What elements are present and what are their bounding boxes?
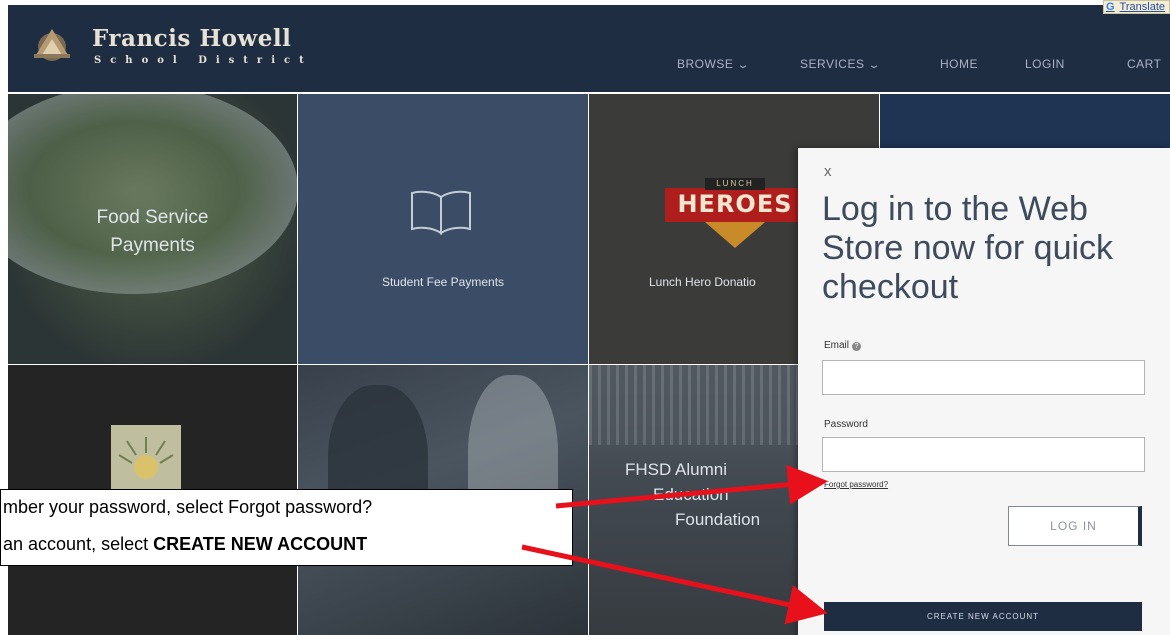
partner-logo-image — [111, 425, 181, 495]
site-header: Francis Howell School District BROWSE ⌄ S… — [8, 0, 1170, 92]
nav-cart[interactable]: CART — [1127, 57, 1161, 71]
nav-login[interactable]: LOGIN — [1025, 57, 1065, 71]
close-icon[interactable]: x — [824, 163, 832, 180]
book-icon — [411, 190, 471, 235]
help-icon[interactable]: ? — [852, 342, 862, 351]
brand-name[interactable]: Francis Howell — [92, 25, 291, 52]
forgot-password-link[interactable]: Forgot password? — [824, 480, 888, 489]
translate-button[interactable]: G Translate — [1102, 0, 1170, 14]
chevron-down-icon: ⌄ — [736, 60, 751, 71]
tile-label-line: Payments — [110, 235, 195, 256]
email-field[interactable] — [822, 360, 1145, 395]
nav-services-label: SERVICES — [800, 57, 865, 71]
login-panel: x Log in to the Web Store now for quick … — [798, 148, 1170, 635]
badge-heroes-text: HEROES — [677, 190, 793, 218]
nav-services[interactable]: SERVICES ⌄ — [800, 57, 883, 71]
tile-food-service[interactable]: Food Service Payments — [8, 94, 297, 364]
password-label: Password — [824, 419, 868, 430]
create-account-button[interactable]: CREATE NEW ACCOUNT — [824, 602, 1142, 631]
instruction-callout: mber your password, select Forgot passwo… — [0, 489, 573, 566]
brand-subtitle: School District — [94, 55, 313, 66]
sunburst-icon — [118, 437, 174, 479]
callout-bold-text: CREATE NEW ACCOUNT — [153, 534, 368, 554]
password-field[interactable] — [822, 437, 1145, 472]
callout-line-create: an account, select CREATE NEW ACCOUNT — [3, 534, 367, 555]
tile-food-service-label: Food Service Payments — [8, 204, 297, 260]
email-label: Email? — [824, 340, 862, 351]
callout-line-forgot: mber your password, select Forgot passwo… — [3, 497, 373, 517]
callout-text: an account, select — [3, 534, 154, 554]
email-label-text: Email — [824, 340, 850, 351]
nav-browse-label: BROWSE — [677, 57, 734, 71]
login-title: Log in to the Web Store now for quick ch… — [822, 190, 1114, 306]
chevron-down-icon: ⌄ — [867, 60, 883, 71]
district-logo-icon[interactable] — [30, 21, 74, 65]
nav-browse[interactable]: BROWSE ⌄ — [677, 57, 751, 71]
tile-label-line: Food Service — [96, 207, 209, 228]
tile-student-fee-label: Student Fee Payments — [381, 275, 505, 289]
badge-lunch-text: LUNCH — [716, 179, 754, 188]
google-icon: G — [1105, 1, 1115, 13]
salad-image — [8, 94, 297, 294]
translate-label: Translate — [1119, 1, 1165, 13]
nav-home[interactable]: HOME — [940, 57, 978, 71]
login-button[interactable]: LOG IN — [1008, 506, 1142, 546]
tile-student-fee[interactable]: Student Fee Payments — [298, 94, 588, 364]
